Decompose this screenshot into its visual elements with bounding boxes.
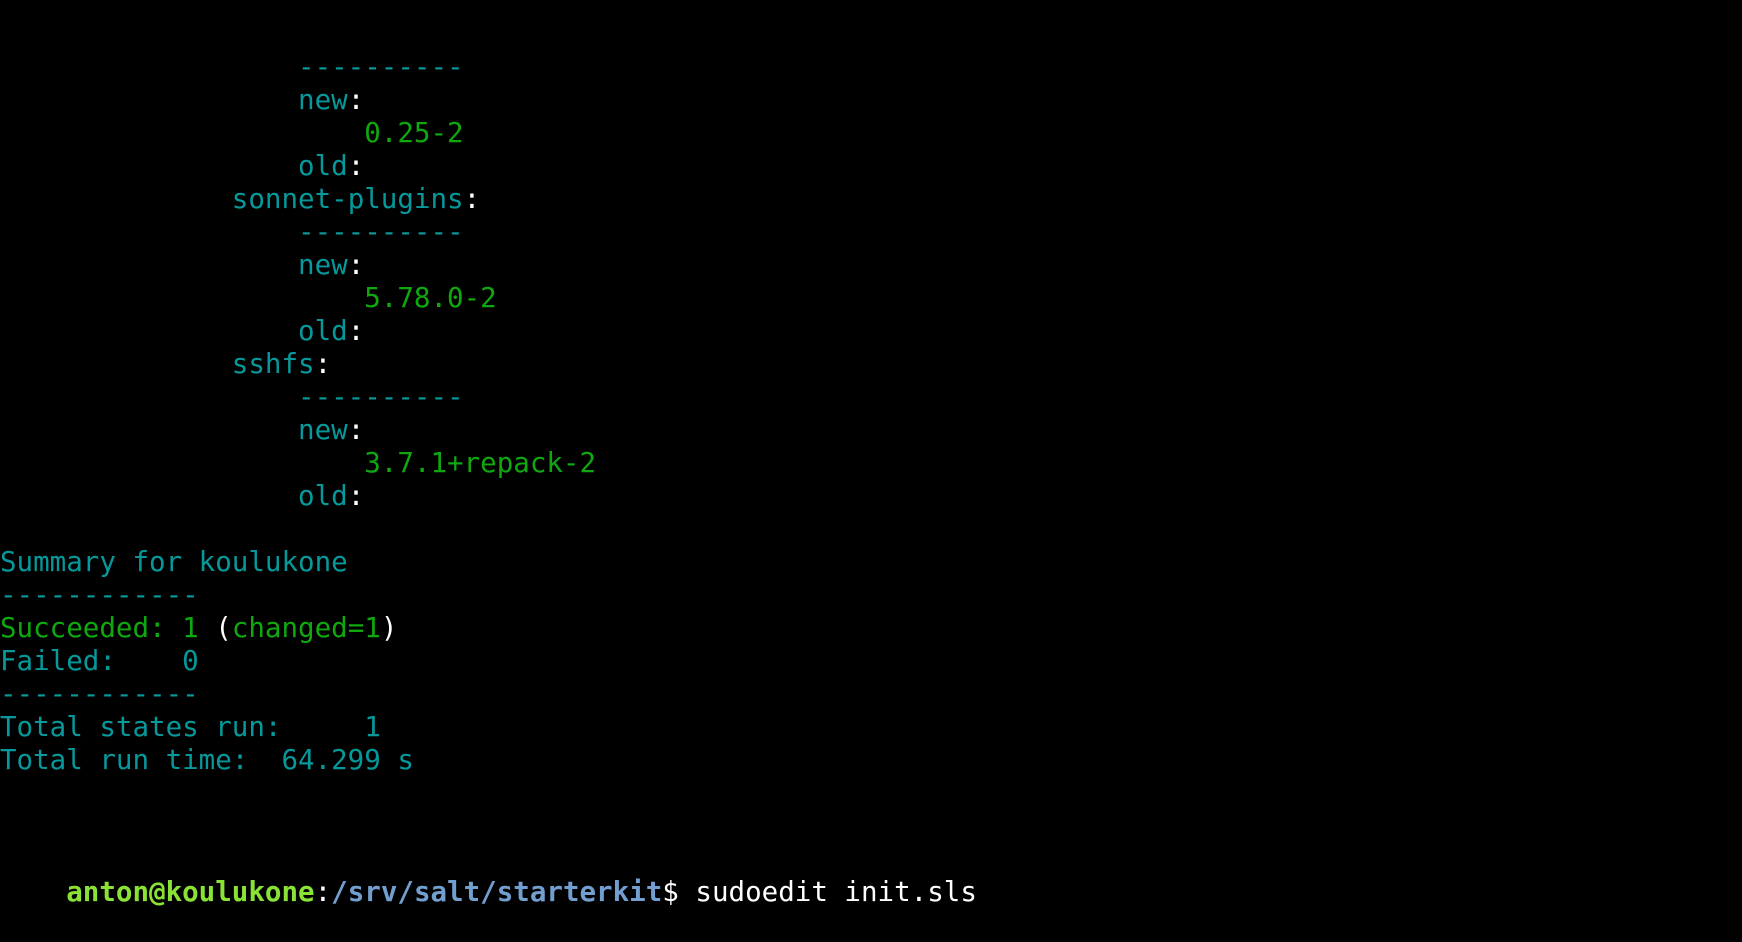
output-text: Total run time: 64.299 s — [0, 744, 414, 776]
prompt-line[interactable]: anton@koulukone:/srv/salt/starterkit$ su… — [0, 843, 1742, 908]
output-text: Succeeded: 1 — [0, 612, 199, 644]
output-text: : — [314, 348, 332, 380]
output-text: old — [298, 150, 348, 182]
output-text: ( — [198, 612, 232, 644]
output-text: sshfs — [231, 348, 315, 380]
output-line: Failed: 0 — [0, 645, 1742, 678]
output-text: ---------- — [298, 51, 464, 83]
output-line: old: — [0, 480, 1742, 513]
output-line: Total states run: 1 — [0, 711, 1742, 744]
output-text: 0.25-2 — [364, 117, 464, 149]
prompt-symbol: $ — [662, 876, 696, 908]
output-line: 5.78.0-2 — [0, 282, 1742, 315]
prompt-path: /srv/salt/starterkit — [331, 876, 663, 908]
output-text: ) — [380, 612, 398, 644]
command-input[interactable]: sudoedit init.sls — [695, 876, 976, 908]
output-line: old: — [0, 315, 1742, 348]
output-line: ---------- — [0, 381, 1742, 414]
output-line: Total run time: 64.299 s — [0, 744, 1742, 777]
output-text: sonnet-plugins — [231, 183, 464, 215]
output-line: ------------ — [0, 678, 1742, 711]
output-text: 3.7.1+repack-2 — [364, 447, 597, 479]
prompt-user-host: anton@koulukone — [66, 876, 315, 908]
output-line: new: — [0, 249, 1742, 282]
output-text: ------------ — [0, 579, 199, 611]
output-line: ---------- — [0, 216, 1742, 249]
output-line: 0.25-2 — [0, 117, 1742, 150]
output-text: ------------ — [0, 678, 199, 710]
output-line: ------------ — [0, 579, 1742, 612]
output-text: old — [298, 480, 348, 512]
output-text: new — [298, 414, 348, 446]
output-line: sonnet-plugins: — [0, 183, 1742, 216]
output-line: ---------- — [0, 51, 1742, 84]
output-line: 3.7.1+repack-2 — [0, 447, 1742, 480]
output-text: : — [347, 480, 365, 512]
output-text: : — [347, 414, 365, 446]
output-line: new: — [0, 84, 1742, 117]
output-text: new — [298, 84, 348, 116]
output-line: Succeeded: 1 (changed=1) — [0, 612, 1742, 645]
output-text: Total states run: 1 — [0, 711, 381, 743]
terminal-window[interactable]: ---------- new: 0.25-2 old: sonnet-plugi… — [0, 0, 1742, 909]
prompt-separator: : — [314, 876, 332, 908]
output-text: : — [347, 249, 365, 281]
output-line: sshfs: — [0, 348, 1742, 381]
output-text: : — [347, 150, 365, 182]
output-text: Summary for koulukone — [0, 546, 348, 578]
output-text: : — [463, 183, 481, 215]
output-text: : — [347, 84, 365, 116]
output-text: old — [298, 315, 348, 347]
output-line: new: — [0, 414, 1742, 447]
output-text: 5.78.0-2 — [364, 282, 497, 314]
output-text: ---------- — [298, 216, 464, 248]
output-line: Summary for koulukone — [0, 546, 1742, 579]
terminal-output: ---------- new: 0.25-2 old: sonnet-plugi… — [0, 51, 1742, 777]
output-line: old: — [0, 150, 1742, 183]
output-text: ---------- — [298, 381, 464, 413]
output-text: Failed: 0 — [0, 645, 199, 677]
output-text: new — [298, 249, 348, 281]
output-text: changed=1 — [231, 612, 381, 644]
output-text: : — [347, 315, 365, 347]
